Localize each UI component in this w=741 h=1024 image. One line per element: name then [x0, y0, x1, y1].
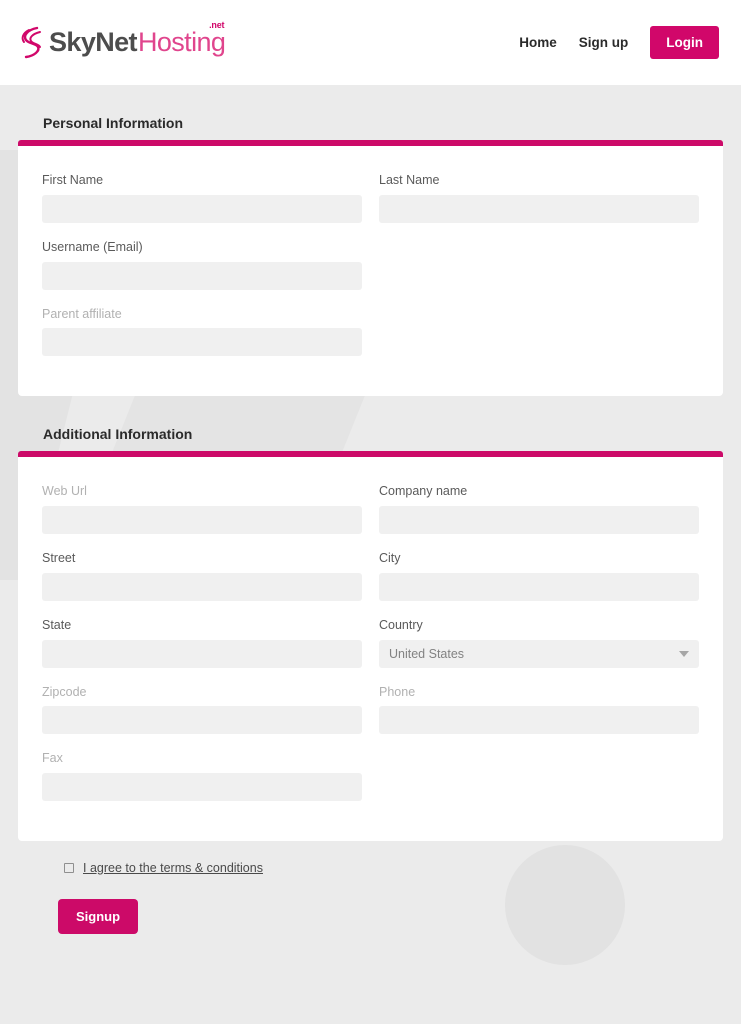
logo-text-skynet: SkyNet — [49, 27, 138, 57]
additional-information-title: Additional Information — [43, 426, 193, 443]
label-fax: Fax — [42, 751, 63, 766]
field-company-name: Company name — [379, 484, 699, 534]
additional-information-form: Web Url Company name Street City State C… — [42, 484, 699, 819]
label-phone: Phone — [379, 684, 416, 699]
field-fax: Fax — [42, 751, 362, 801]
input-last-name[interactable] — [379, 194, 699, 223]
input-zipcode[interactable] — [42, 706, 362, 735]
label-street: Street — [42, 551, 76, 565]
input-company-name[interactable] — [379, 506, 699, 534]
input-fax[interactable] — [42, 773, 362, 801]
field-city: City — [379, 551, 699, 601]
select-country[interactable]: United States — [379, 639, 699, 668]
logo-text-hosting: Hosting — [137, 27, 226, 57]
input-first-name[interactable] — [42, 194, 362, 223]
input-phone[interactable] — [379, 706, 699, 735]
field-username-email: Username (Email) — [42, 239, 362, 290]
field-street: Street — [42, 551, 362, 601]
field-state: State — [42, 617, 362, 668]
input-city[interactable] — [379, 572, 699, 601]
field-zipcode: Zipcode — [42, 684, 362, 735]
nav-link-home[interactable]: Home — [519, 35, 557, 50]
site-logo[interactable]: SkyNet Hosting .net — [20, 21, 226, 60]
label-country: Country — [379, 617, 423, 632]
label-zipcode: Zipcode — [42, 684, 87, 699]
additional-information-section: Additional Information Web Url Company n… — [18, 396, 723, 841]
input-street[interactable] — [42, 572, 362, 601]
label-company-name: Company name — [379, 484, 468, 499]
field-web-url: Web Url — [42, 484, 362, 534]
signup-submit-button[interactable]: Signup — [58, 899, 139, 934]
label-parent-affiliate: Parent affiliate — [42, 306, 122, 321]
label-username-email: Username (Email) — [42, 239, 143, 254]
logo-text-net: .net — [209, 20, 225, 30]
label-state: State — [42, 617, 72, 632]
input-parent-affiliate[interactable] — [42, 328, 362, 357]
field-last-name: Last Name — [379, 173, 699, 223]
personal-information-form: First Name Last Name Username (Email) Pa… — [42, 173, 699, 374]
field-country: Country United States — [379, 617, 699, 668]
input-state[interactable] — [42, 639, 362, 668]
label-first-name: First Name — [42, 173, 104, 187]
terms-and-conditions-link[interactable]: I agree to the terms & conditions — [83, 861, 263, 875]
label-city: City — [379, 551, 401, 565]
label-last-name: Last Name — [379, 173, 440, 187]
signup-page: Personal Information First Name Last Nam… — [0, 85, 741, 934]
field-first-name: First Name — [42, 173, 362, 223]
main-navigation: Home Sign up Login — [519, 26, 719, 59]
personal-information-title: Personal Information — [43, 115, 184, 131]
personal-information-section: Personal Information First Name Last Nam… — [18, 85, 723, 397]
skynet-swoosh-icon — [21, 26, 41, 58]
input-web-url[interactable] — [42, 506, 362, 534]
personal-information-card: First Name Last Name Username (Email) Pa… — [18, 146, 723, 397]
field-parent-affiliate: Parent affiliate — [42, 306, 362, 357]
country-select-wrapper: United States — [379, 639, 699, 668]
terms-checkbox[interactable] — [64, 863, 74, 873]
site-header: SkyNet Hosting .net Home Sign up Login — [0, 0, 741, 85]
input-username-email[interactable] — [42, 261, 362, 290]
logo-wordmark: SkyNet Hosting .net — [49, 21, 226, 57]
field-phone: Phone — [379, 684, 699, 735]
terms-agreement-row: I agree to the terms & conditions — [64, 861, 741, 875]
nav-link-signup[interactable]: Sign up — [579, 35, 629, 50]
login-button[interactable]: Login — [650, 26, 719, 59]
label-web-url: Web Url — [42, 484, 87, 499]
additional-information-card: Web Url Company name Street City State C… — [18, 457, 723, 841]
